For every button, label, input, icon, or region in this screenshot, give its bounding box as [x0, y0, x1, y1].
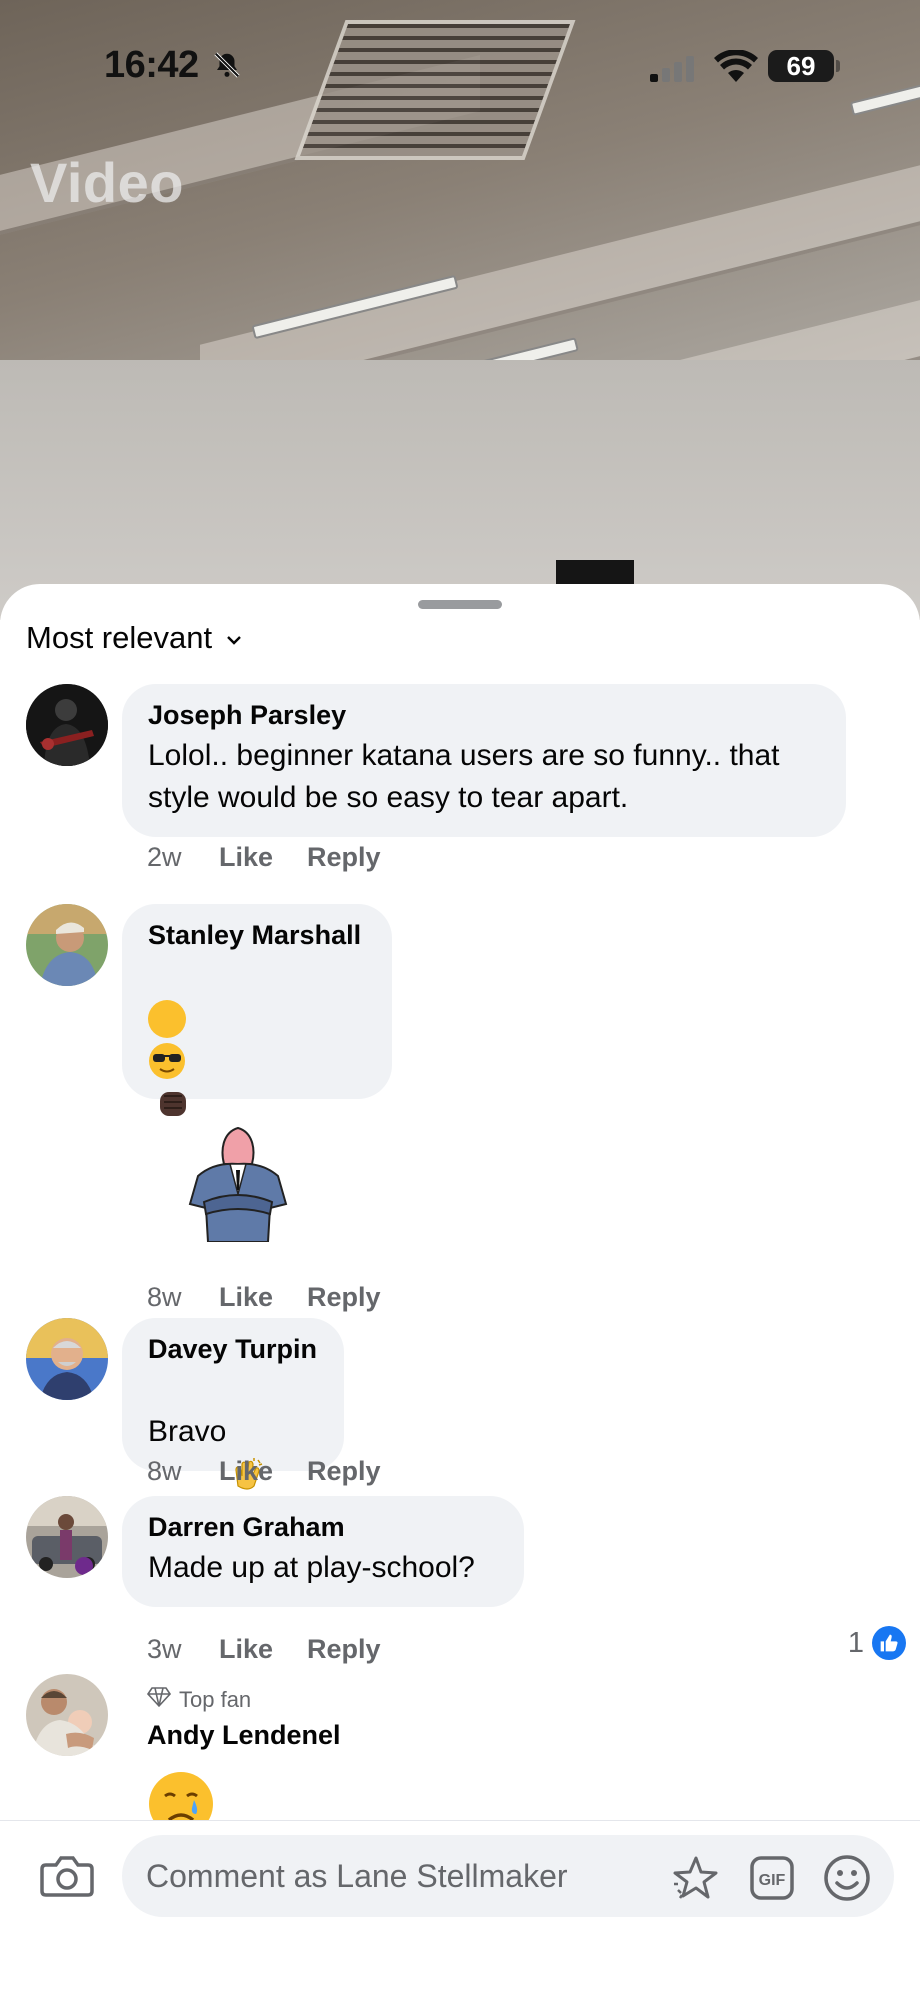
reply-button[interactable]: Reply — [307, 1456, 381, 1487]
clapping-hands-emoji-icon — [228, 1414, 266, 1490]
comment-time: 3w — [147, 1634, 182, 1664]
sheet-grabber[interactable] — [418, 600, 502, 609]
emoji-icon[interactable] — [822, 1853, 872, 1903]
reply-button[interactable]: Reply — [307, 842, 381, 873]
chevron-down-icon — [226, 629, 242, 652]
comment-actions: 2w Like Reply — [147, 842, 381, 873]
wall — [0, 360, 920, 620]
video-title: Video — [30, 151, 184, 214]
comment-text-row: Bravo — [148, 1369, 318, 1490]
status-bar: 16:42 69 — [0, 0, 920, 130]
comment-bubble[interactable]: Joseph Parsley Lolol.. beginner katana u… — [122, 684, 846, 837]
comment-input-container: GIF — [122, 1835, 894, 1917]
wifi-icon — [714, 49, 758, 89]
comment-bubble[interactable]: Darren Graham Made up at play-school? — [122, 1496, 524, 1607]
sort-dropdown[interactable]: Most relevant — [26, 620, 242, 656]
comment-actions: 8w Like Reply — [147, 1456, 381, 1487]
comment-author[interactable]: Darren Graham — [148, 1512, 498, 1543]
avatar[interactable] — [26, 904, 108, 986]
comments-sheet: Most relevant Joseph Parsley Lolol.. beg… — [0, 584, 920, 2000]
comment-time: 8w — [147, 1282, 182, 1312]
signal-icon — [650, 56, 698, 87]
svg-text:GIF: GIF — [759, 1872, 786, 1889]
avatar[interactable] — [26, 684, 108, 766]
comment-composer: GIF — [0, 1820, 920, 2000]
top-fan-label: Top fan — [179, 1687, 252, 1712]
like-button[interactable]: Like — [219, 842, 307, 873]
like-button[interactable]: Like — [219, 1456, 307, 1487]
comment-time: 8w — [147, 1456, 182, 1486]
bell-slash-icon — [212, 50, 242, 85]
avatar[interactable] — [26, 1318, 108, 1400]
status-time: 16:42 — [104, 44, 199, 86]
top-fan-badge: Top fan — [146, 1686, 252, 1714]
comment-emojis — [148, 955, 366, 1117]
suit-character-sticker[interactable] — [184, 1124, 292, 1243]
reaction-summary[interactable]: 1 — [848, 1626, 906, 1660]
comment-author[interactable]: Stanley Marshall — [148, 920, 366, 951]
avatar[interactable] — [26, 1496, 108, 1578]
like-button[interactable]: Like — [219, 1634, 307, 1665]
comment-input[interactable] — [146, 1835, 646, 1917]
video-player[interactable]: 16:42 69 Video — [0, 0, 920, 620]
comment-author[interactable]: Davey Turpin — [148, 1334, 318, 1365]
gif-icon[interactable]: GIF — [747, 1853, 797, 1903]
comment-text: Made up at play-school? — [148, 1551, 475, 1584]
like-icon — [872, 1626, 906, 1660]
comment-bubble[interactable]: Stanley Marshall — [122, 904, 392, 1117]
comment-author[interactable]: Joseph Parsley — [148, 700, 820, 731]
comment-actions: 8w Like Reply — [147, 1282, 381, 1313]
camera-icon[interactable] — [40, 1853, 94, 1904]
sparkle-star-icon[interactable] — [670, 1853, 720, 1903]
diamond-icon — [146, 1686, 172, 1714]
reply-button[interactable]: Reply — [307, 1282, 381, 1313]
sunglasses-emoji-icon — [148, 1000, 186, 1080]
like-button[interactable]: Like — [219, 1282, 307, 1313]
reaction-count: 1 — [847, 1626, 864, 1659]
comment-author[interactable]: Andy Lendenel — [147, 1720, 341, 1751]
comment-text: Bravo — [148, 1415, 227, 1448]
comment-text: Lolol.. beginner katana users are so fun… — [148, 739, 780, 814]
comment-time: 2w — [147, 842, 182, 872]
sort-label: Most relevant — [26, 620, 213, 655]
battery-indicator: 69 — [768, 50, 840, 82]
avatar[interactable] — [26, 1674, 108, 1756]
reply-button[interactable]: Reply — [307, 1634, 381, 1665]
comment-actions: 3w Like Reply — [147, 1634, 381, 1665]
comment-bubble[interactable]: Davey Turpin Bravo — [122, 1318, 344, 1490]
